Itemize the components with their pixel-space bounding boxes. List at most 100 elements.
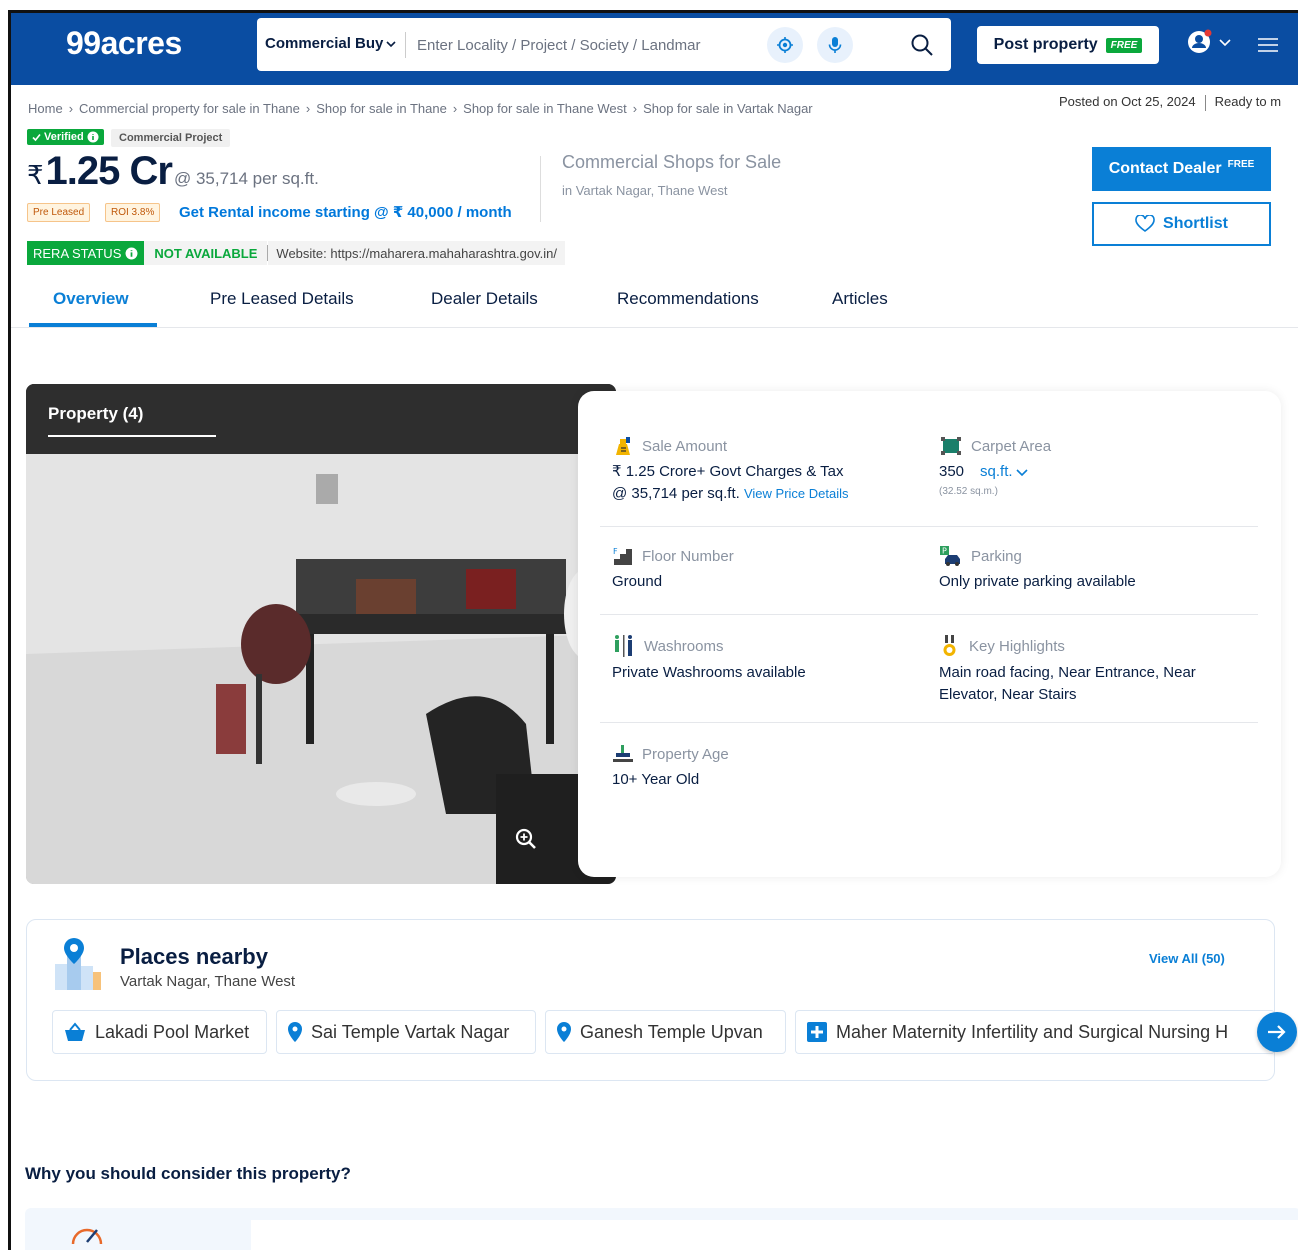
breadcrumb: Home › Commercial property for sale in Th… xyxy=(28,101,813,116)
parking-car-icon: P xyxy=(940,546,960,566)
info-icon[interactable] xyxy=(87,131,99,143)
places-nearby-title: Places nearby xyxy=(120,944,268,969)
arrow-right-icon xyxy=(1268,1025,1286,1039)
detail-parking: P Parking Only private parking available xyxy=(939,545,1136,593)
detail-washrooms: Washrooms Private Washrooms available xyxy=(612,634,806,684)
tab-dealer-details[interactable]: Dealer Details xyxy=(431,289,538,309)
contact-dealer-button[interactable]: Contact Dealer FREE xyxy=(1092,147,1271,191)
svg-text:P: P xyxy=(942,547,947,556)
key-highlights-line2: Elevator, Near Stairs xyxy=(939,686,1077,703)
menu-icon xyxy=(1258,38,1278,52)
photo-count-title[interactable]: Property (4) xyxy=(48,404,143,424)
speedometer-icon xyxy=(71,1228,103,1244)
city-location-icon xyxy=(55,938,101,990)
tab-recommendations[interactable]: Recommendations xyxy=(617,289,759,309)
search-type-label: Commercial Buy xyxy=(265,35,384,52)
post-property-button[interactable]: Post property FREE xyxy=(977,26,1159,64)
breadcrumb-item[interactable]: Shop for sale in Thane xyxy=(316,101,447,116)
price-amount: 1.25 Cr xyxy=(45,149,173,193)
floor-icon: F xyxy=(613,547,632,565)
detail-carpet-area: Carpet Area 350 sq.ft. (32.52 sq.m.) xyxy=(939,435,1051,497)
rera-value: NOT AVAILABLE xyxy=(144,241,268,265)
shortlist-button[interactable]: Shortlist xyxy=(1092,202,1271,246)
site-logo[interactable]: 99acres xyxy=(66,25,182,62)
search-type-dropdown[interactable]: Commercial Buy xyxy=(265,35,396,52)
detail-key-highlights: Key Highlights Main road facing, Near En… xyxy=(939,634,1196,706)
property-photo[interactable]: Property (4) xyxy=(26,384,616,884)
view-all-places-link[interactable]: View All (50) xyxy=(1149,951,1225,966)
place-chip[interactable]: Sai Temple Vartak Nagar xyxy=(276,1010,536,1054)
area-icon xyxy=(941,437,961,455)
carpet-area-value: 350 xyxy=(939,463,965,480)
sale-amount-value: ₹ 1.25 Crore+ Govt Charges & Tax xyxy=(612,463,844,480)
place-chip[interactable]: Maher Maternity Infertility and Surgical… xyxy=(795,1010,1275,1054)
location-button[interactable] xyxy=(767,27,803,63)
search-input[interactable] xyxy=(417,30,747,60)
detail-property-age: Property Age 10+ Year Old xyxy=(612,743,729,791)
heart-icon xyxy=(1135,215,1155,232)
washrooms-value: Private Washrooms available xyxy=(612,664,806,681)
info-icon[interactable] xyxy=(125,247,138,260)
active-tab-indicator xyxy=(29,323,157,327)
roi-tag: ROI 3.8% xyxy=(105,203,161,222)
search-icon xyxy=(911,34,933,56)
location-pin-icon xyxy=(557,1022,571,1042)
shopping-basket-icon xyxy=(65,1022,85,1041)
price-per-sqft: @ 35,714 per sq.ft. xyxy=(173,169,319,188)
places-nearby-location: Vartak Nagar, Thane West xyxy=(120,973,296,990)
zoom-button[interactable] xyxy=(515,828,537,855)
check-icon xyxy=(32,133,41,141)
why-consider-content xyxy=(251,1220,1298,1250)
breadcrumb-item[interactable]: Commercial property for sale in Thane xyxy=(79,101,300,116)
unit-dropdown[interactable]: sq.ft. xyxy=(980,461,1028,483)
rera-row: RERA STATUS NOT AVAILABLE Website: https… xyxy=(27,240,566,266)
section-tabs: Overview Pre Leased Details Dealer Detai… xyxy=(11,283,1298,328)
zoom-in-icon xyxy=(515,828,536,849)
top-header: 99acres Commercial Buy Post property FRE… xyxy=(11,13,1298,85)
search-bar: Commercial Buy xyxy=(257,18,951,71)
chevron-down-icon xyxy=(1015,469,1028,477)
view-price-details-link[interactable]: View Price Details xyxy=(744,486,849,501)
why-consider-title: Why you should consider this property? xyxy=(25,1164,351,1183)
voice-search-button[interactable] xyxy=(817,27,853,63)
tab-pre-leased-details[interactable]: Pre Leased Details xyxy=(210,289,354,309)
tab-overview[interactable]: Overview xyxy=(53,289,129,309)
floor-number-value: Ground xyxy=(612,573,663,590)
key-highlights-line1: Main road facing, Near Entrance, Near xyxy=(939,664,1196,681)
listing-location: in Vartak Nagar, Thane West xyxy=(562,183,728,198)
place-chip[interactable]: Ganesh Temple Upvan xyxy=(545,1010,786,1054)
places-nearby-card: Places nearby Vartak Nagar, Thane West V… xyxy=(26,919,1275,1081)
currency-symbol: ₹ xyxy=(27,160,44,190)
posted-date: Posted on Oct 25, 2024 xyxy=(1059,94,1196,109)
breadcrumb-item[interactable]: Shop for sale in Thane West xyxy=(463,101,627,116)
listing-title: Commercial Shops for Sale xyxy=(562,152,782,172)
possession-status: Ready to m xyxy=(1214,94,1282,109)
property-details-panel: Sale Amount ₹ 1.25 Crore+ Govt Charges &… xyxy=(578,391,1281,877)
breadcrumb-item[interactable]: Shop for sale in Vartak Nagar xyxy=(643,101,813,116)
hamburger-menu[interactable] xyxy=(1257,37,1279,58)
property-age-value: 10+ Year Old xyxy=(612,771,700,788)
user-menu[interactable] xyxy=(1187,28,1231,56)
user-icon xyxy=(1188,29,1212,53)
post-property-label: Post property xyxy=(993,36,1098,53)
rental-income-link[interactable]: Get Rental income starting @ ₹ 40,000 / … xyxy=(179,203,512,221)
hospital-icon xyxy=(807,1022,827,1042)
free-badge: FREE xyxy=(1227,158,1255,170)
search-button[interactable] xyxy=(907,30,937,60)
page-frame: 99acres Commercial Buy Post property FRE… xyxy=(8,10,1298,1250)
places-next-button[interactable] xyxy=(1257,1012,1297,1052)
header-divider xyxy=(540,156,541,222)
rera-website[interactable]: Website: https://maharera.mahaharashtra.… xyxy=(268,241,566,265)
pre-leased-tag: Pre Leased xyxy=(27,203,91,222)
washroom-icon xyxy=(615,635,632,657)
place-chip[interactable]: Lakadi Pool Market xyxy=(52,1010,267,1054)
chevron-down-icon xyxy=(386,40,396,47)
carpet-area-sqm: (32.52 sq.m.) xyxy=(939,486,998,497)
search-divider xyxy=(405,32,406,58)
medal-icon xyxy=(943,635,956,656)
sale-amount-rate: @ 35,714 per sq.ft. xyxy=(612,485,740,502)
tab-articles[interactable]: Articles xyxy=(832,289,888,309)
locate-icon xyxy=(777,37,793,53)
breadcrumb-item[interactable]: Home xyxy=(28,101,63,116)
property-photo-image xyxy=(26,384,616,884)
